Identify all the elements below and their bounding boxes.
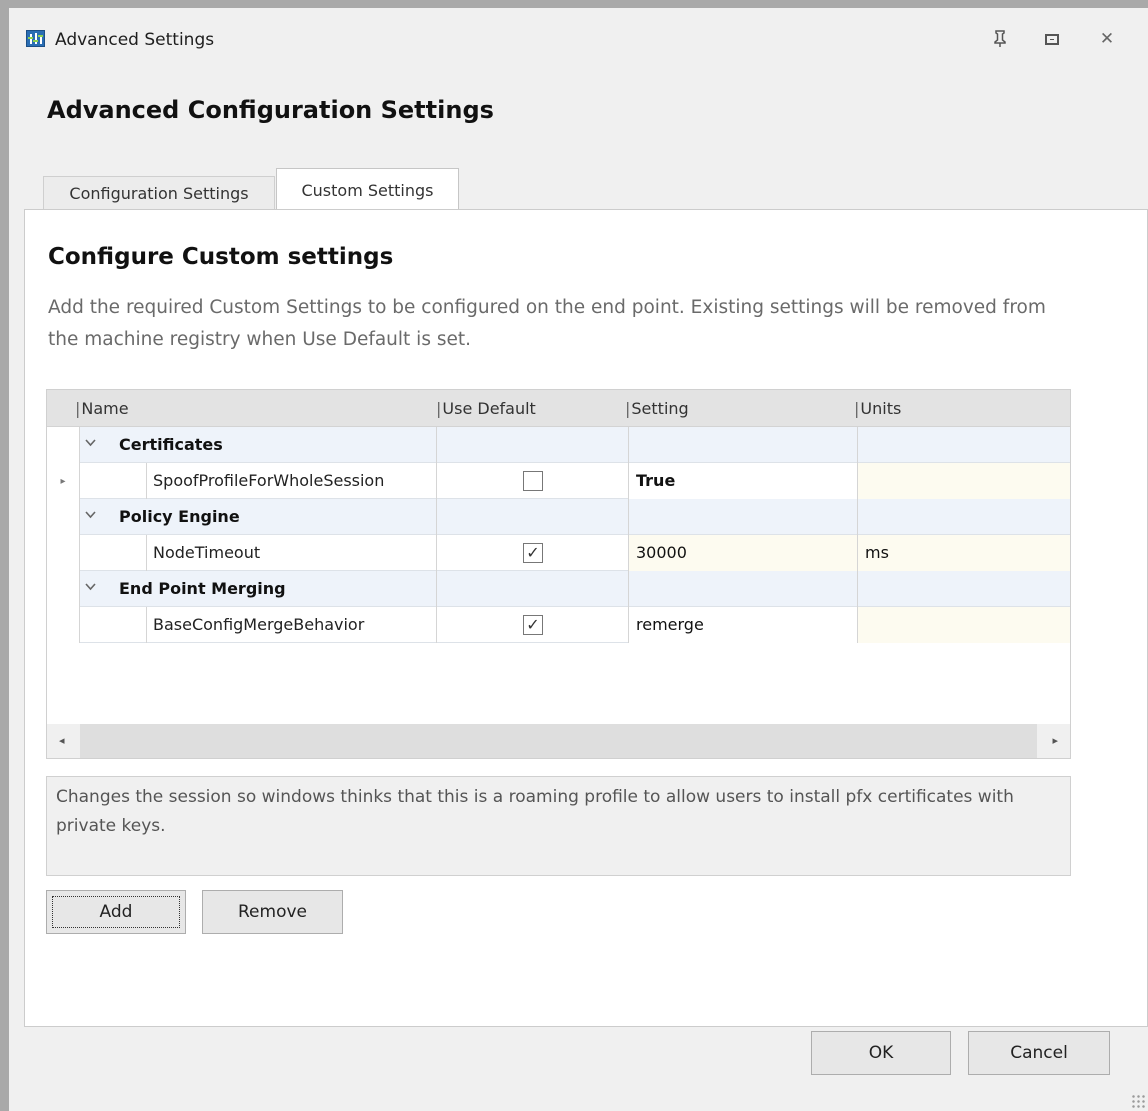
ok-button[interactable]: OK	[811, 1031, 951, 1075]
grid-header: Name Use Default Setting Units	[47, 390, 1070, 427]
table-row[interactable]: ▸ SpoofProfileForWholeSession True	[47, 463, 1070, 499]
row-selector[interactable]	[47, 607, 80, 643]
remove-button[interactable]: Remove	[202, 890, 343, 934]
use-default-checkbox[interactable]: ✓	[523, 615, 543, 635]
column-header-name[interactable]: Name	[75, 399, 128, 418]
setting-value[interactable]: True	[636, 471, 675, 490]
group-row[interactable]: Certificates	[47, 427, 1070, 463]
row-selector[interactable]	[47, 571, 80, 607]
setting-value[interactable]: remerge	[636, 615, 704, 634]
close-icon[interactable]: ✕	[1089, 22, 1125, 56]
group-name: End Point Merging	[119, 579, 286, 598]
resize-grip-icon[interactable]	[1131, 1094, 1145, 1108]
settings-sliders-icon	[26, 30, 45, 47]
row-pointer-icon[interactable]: ▸	[47, 463, 80, 499]
units-value[interactable]: ms	[865, 543, 889, 562]
check-icon: ✓	[526, 543, 540, 562]
custom-settings-panel: Configure Custom settings Add the requir…	[24, 209, 1148, 1027]
dialog-heading: Advanced Configuration Settings	[47, 96, 494, 124]
chevron-down-icon[interactable]	[85, 580, 96, 595]
cancel-button[interactable]: Cancel	[968, 1031, 1110, 1075]
chevron-down-icon[interactable]	[85, 508, 96, 523]
pin-icon[interactable]	[982, 22, 1018, 56]
horizontal-scrollbar[interactable]: ◂ ▸	[47, 724, 1070, 758]
title-bar[interactable]: Advanced Settings ✕	[9, 8, 1148, 74]
group-name: Policy Engine	[119, 507, 240, 526]
check-icon: ✓	[526, 615, 540, 634]
scroll-left-icon[interactable]: ◂	[59, 734, 65, 747]
use-default-checkbox[interactable]: ✓	[523, 543, 543, 563]
setting-description-box: Changes the session so windows thinks th…	[46, 776, 1071, 876]
scroll-right-icon[interactable]: ▸	[1052, 734, 1058, 747]
setting-name: SpoofProfileForWholeSession	[153, 471, 385, 490]
advanced-settings-window: Advanced Settings ✕ Advanced Configurati…	[0, 0, 1148, 1111]
section-description: Add the required Custom Settings to be c…	[48, 297, 1046, 350]
window-title: Advanced Settings	[55, 30, 215, 50]
group-row[interactable]: End Point Merging	[47, 571, 1070, 607]
section-title: Configure Custom settings	[48, 244, 394, 270]
custom-settings-grid[interactable]: Name Use Default Setting Units Certifica…	[46, 389, 1071, 759]
units-cell[interactable]	[858, 463, 1070, 499]
setting-name: NodeTimeout	[153, 543, 261, 562]
table-row[interactable]: NodeTimeout ✓ 30000 ms	[47, 535, 1070, 571]
tab-configuration-settings[interactable]: Configuration Settings	[43, 176, 275, 210]
setting-value[interactable]: 30000	[636, 543, 687, 562]
maximize-icon[interactable]	[1034, 22, 1070, 56]
column-header-use-default[interactable]: Use Default	[436, 399, 535, 418]
tab-custom-settings[interactable]: Custom Settings	[276, 168, 459, 211]
row-selector[interactable]	[47, 499, 80, 535]
setting-name: BaseConfigMergeBehavior	[153, 615, 365, 634]
chevron-down-icon[interactable]	[85, 436, 96, 451]
use-default-checkbox[interactable]	[523, 471, 543, 491]
scrollbar-thumb[interactable]	[80, 724, 1037, 758]
units-cell[interactable]	[858, 607, 1070, 643]
table-row[interactable]: BaseConfigMergeBehavior ✓ remerge	[47, 607, 1070, 643]
row-selector[interactable]	[47, 535, 80, 571]
row-selector[interactable]	[47, 427, 80, 463]
add-button[interactable]: Add	[46, 890, 186, 934]
column-header-units[interactable]: Units	[854, 399, 901, 418]
group-row[interactable]: Policy Engine	[47, 499, 1070, 535]
column-header-setting[interactable]: Setting	[625, 399, 688, 418]
group-name: Certificates	[119, 435, 223, 454]
